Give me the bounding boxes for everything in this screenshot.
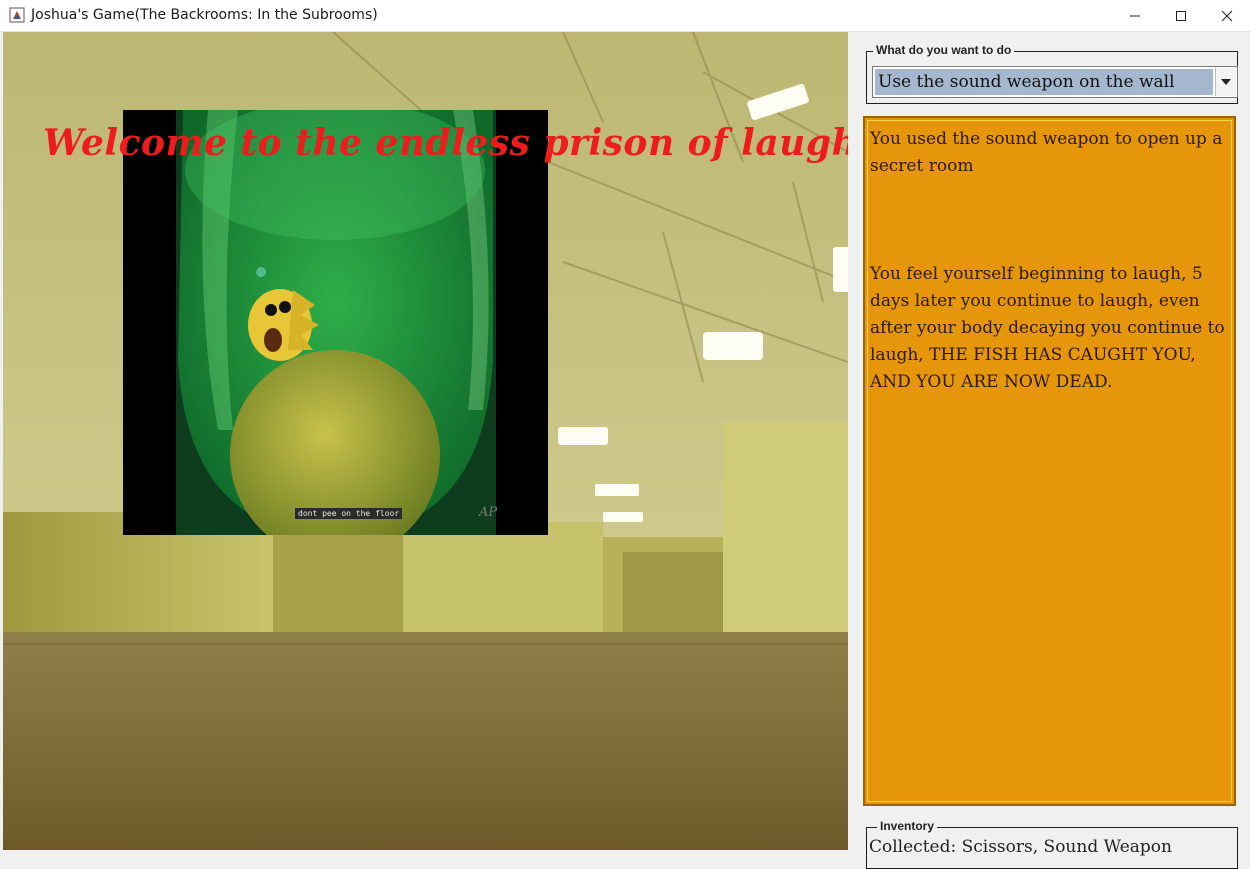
story-paragraph: You feel yourself beginning to laugh, 5 … (870, 264, 1225, 392)
java-app-icon (9, 7, 25, 23)
title-bar: Joshua's Game(The Backrooms: In the Subr… (0, 0, 1250, 32)
welcome-overlay-text: Welcome to the endless prison of laughte… (43, 122, 848, 164)
minimize-button[interactable] (1112, 0, 1158, 31)
action-group: What do you want to do Use the sound wea… (866, 43, 1238, 104)
maximize-icon (1176, 10, 1186, 21)
story-text-area[interactable]: You used the sound weapon to open up a s… (863, 116, 1236, 806)
action-dropdown-value: Use the sound weapon on the wall (875, 69, 1213, 95)
dropdown-arrow-button[interactable] (1215, 68, 1236, 96)
image-watermark: AP (479, 505, 498, 520)
story-paragraph: You used the sound weapon to open up a s… (870, 129, 1223, 176)
inventory-text: Collected: Scissors, Sound Weapon (869, 837, 1172, 857)
fish-tank-illustration (176, 110, 496, 535)
game-scene: dont pee on the floor AP Welcome to the … (3, 32, 848, 850)
close-button[interactable] (1204, 0, 1250, 31)
chevron-down-icon (1221, 79, 1231, 85)
action-legend: What do you want to do (873, 43, 1015, 57)
fish-subtitle: dont pee on the floor (295, 508, 403, 519)
close-icon (1221, 10, 1233, 21)
inventory-group: Inventory Collected: Scissors, Sound Wea… (866, 819, 1238, 869)
minimize-icon (1130, 15, 1140, 16)
inventory-legend: Inventory (877, 819, 938, 833)
maximize-button[interactable] (1158, 0, 1204, 31)
fish-image: dont pee on the floor AP (123, 110, 548, 535)
story-text: You used the sound weapon to open up a s… (870, 126, 1232, 396)
action-dropdown[interactable]: Use the sound weapon on the wall (872, 66, 1238, 98)
window-title: Joshua's Game(The Backrooms: In the Subr… (31, 7, 378, 23)
control-panel: What do you want to do Use the sound wea… (850, 32, 1250, 869)
